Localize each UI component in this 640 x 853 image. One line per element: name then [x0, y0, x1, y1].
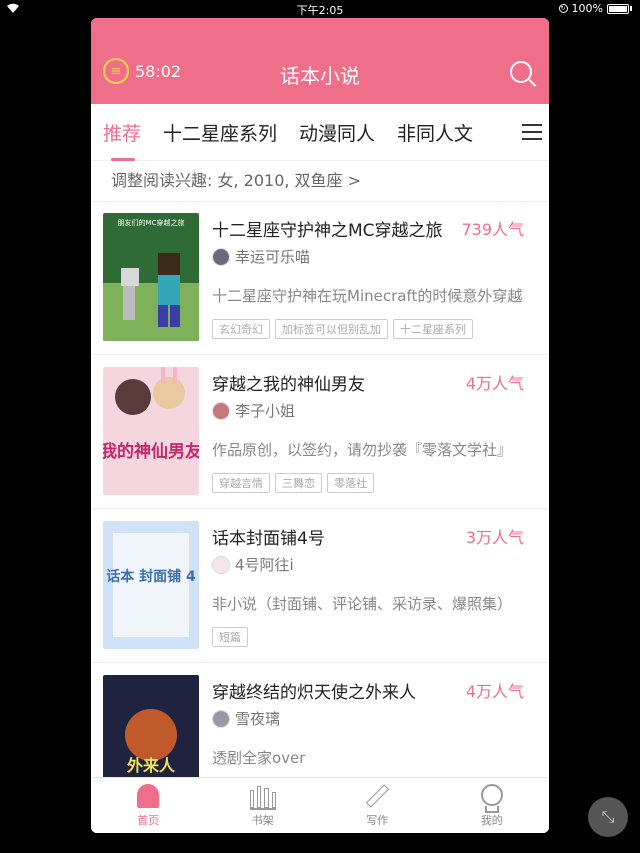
bottom-tab-bar: 首页 书架 写作 我的 [91, 777, 549, 833]
book-cover: 外来人 [103, 675, 199, 778]
tab-zodiac-series[interactable]: 十二星座系列 [163, 119, 277, 146]
tag: 十二星座系列 [393, 319, 473, 339]
book-item[interactable]: 外来人 穿越终结的炽天使之外来人 4万人气 雪夜璃 透剧全家over [91, 663, 549, 778]
book-title: 穿越终结的炽天使之外来人 [212, 683, 416, 703]
popularity-count: 3万人气 [465, 528, 524, 547]
book-description: 作品原创，以签约，请勿抄袭『零落文学社』 [212, 441, 513, 459]
tab-anime-fanfic[interactable]: 动漫同人 [299, 119, 375, 146]
tag-list: 穿越言情 三舞恋 零落社 [212, 473, 374, 493]
book-cover: 话本 封面铺 4 [103, 521, 199, 649]
author: 4号阿往i [212, 554, 294, 575]
tab-profile[interactable]: 我的 [435, 778, 550, 833]
book-title: 穿越之我的神仙男友 [212, 375, 365, 395]
tab-write[interactable]: 写作 [320, 778, 435, 833]
book-item[interactable]: 我的神仙男友 穿越之我的神仙男友 4万人气 李子小姐 作品原创，以签约，请勿抄袭… [91, 355, 549, 509]
profile-bulb-icon [480, 783, 503, 806]
header-bar: ≡ 58:02 话本小说 [91, 18, 549, 104]
author-name: 李子小姐 [235, 402, 296, 420]
book-list: 朋友们的MC穿越之旅 十二星座守护神之MC穿越之旅 739人气 幸运可乐喵 十二… [91, 201, 549, 778]
book-description: 十二星座守护神在玩Minecraft的时候意外穿越 [212, 287, 523, 305]
battery-percent: 100% [571, 2, 603, 15]
tag: 玄幻奇幻 [212, 319, 270, 339]
tag-list: 短篇 [212, 627, 248, 647]
bookshelf-icon [249, 784, 276, 810]
tag: 零落社 [327, 473, 374, 493]
book-title: 十二星座守护神之MC穿越之旅 [212, 221, 443, 241]
tab-recommend[interactable]: 推荐 [103, 119, 141, 161]
tab-home[interactable]: 首页 [91, 778, 206, 833]
author-name: 幸运可乐喵 [235, 248, 311, 266]
author-name: 雪夜璃 [235, 710, 281, 728]
cover-text: 外来人 [126, 756, 176, 775]
search-icon[interactable] [510, 61, 532, 83]
tag: 加标签可以但别乱加 [275, 319, 388, 339]
popularity-count: 4万人气 [465, 374, 524, 393]
collapse-fullscreen-button[interactable]: ⤡ [588, 797, 628, 837]
author: 李子小姐 [212, 400, 295, 421]
category-tabs: 推荐 十二星座系列 动漫同人 非同人文 [91, 104, 549, 161]
book-title: 话本封面铺4号 [212, 529, 325, 549]
interest-settings[interactable]: 调整阅读兴趣: 女, 2010, 双鱼座 > [91, 161, 549, 202]
cover-text: 我的神仙男友 [103, 441, 199, 462]
menu-icon[interactable] [522, 124, 542, 140]
tab-label: 写作 [366, 813, 389, 827]
tab-label: 书架 [251, 813, 274, 827]
book-description: 非小说（封面铺、评论铺、采访录、爆照集） [212, 595, 513, 613]
tab-label: 首页 [137, 813, 160, 827]
cover-text: 话本 封面铺 4 [106, 568, 196, 585]
pen-icon [364, 784, 388, 808]
tab-original[interactable]: 非同人文 [397, 119, 473, 146]
avatar [212, 555, 230, 574]
tab-label: 我的 [480, 813, 503, 827]
book-item[interactable]: 话本 封面铺 4 话本封面铺4号 3万人气 4号阿往i 非小说（封面铺、评论铺、… [91, 509, 549, 663]
avatar [212, 709, 230, 728]
popularity-count: 4万人气 [465, 682, 524, 701]
orientation-lock-icon: ↻ [558, 4, 568, 13]
tag: 穿越言情 [212, 473, 270, 493]
author: 幸运可乐喵 [212, 246, 310, 267]
book-item[interactable]: 朋友们的MC穿越之旅 十二星座守护神之MC穿越之旅 739人气 幸运可乐喵 十二… [91, 201, 549, 355]
avatar [212, 247, 230, 266]
status-time: 下午2:05 [296, 4, 344, 17]
book-cover: 朋友们的MC穿越之旅 [103, 213, 199, 341]
avatar [212, 401, 230, 420]
battery-icon [607, 3, 629, 14]
home-icon [137, 783, 160, 808]
page-title: 话本小说 [280, 64, 360, 88]
app-window: ≡ 58:02 话本小说 推荐 十二星座系列 动漫同人 非同人文 调整阅读兴趣:… [91, 18, 549, 833]
author-name: 4号阿往i [235, 556, 294, 574]
tag: 三舞恋 [275, 473, 322, 493]
status-bar: 下午2:05 ↻ 100% [0, 0, 640, 18]
tab-bookshelf[interactable]: 书架 [206, 778, 321, 833]
tag: 短篇 [212, 627, 248, 647]
tag-list: 玄幻奇幻 加标签可以但别乱加 十二星座系列 [212, 319, 473, 339]
book-description: 透剧全家over [212, 749, 306, 767]
cover-text: 朋友们的MC穿越之旅 [118, 218, 185, 227]
popularity-count: 739人气 [461, 220, 524, 239]
book-cover: 我的神仙男友 [103, 367, 199, 495]
author: 雪夜璃 [212, 708, 280, 729]
